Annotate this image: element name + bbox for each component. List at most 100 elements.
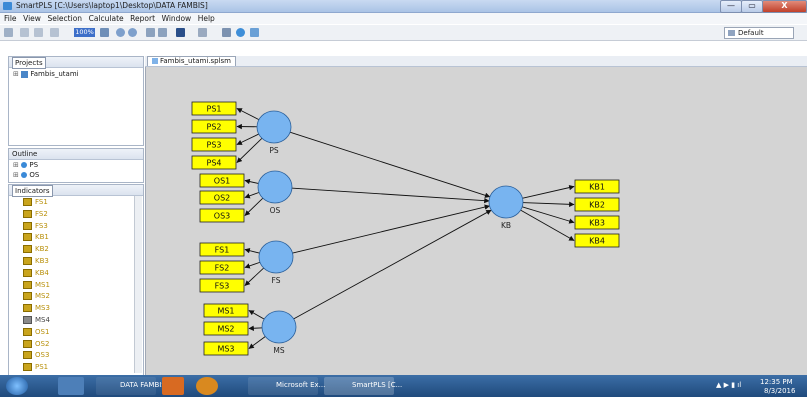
loading-arrow [244,267,265,286]
close-button[interactable]: X [762,0,807,13]
clock-time: 12:35 PM [760,378,793,386]
select-icon[interactable] [222,28,231,37]
construct-node[interactable] [258,240,294,274]
redo-icon[interactable] [34,28,43,37]
save-icon[interactable] [4,28,13,37]
projects-tab[interactable]: Projects [12,57,46,69]
loading-arrow [244,248,261,254]
menu-file[interactable]: File [4,14,17,23]
construct-node[interactable] [488,185,524,219]
indicator-box-label: MS3 [217,345,234,354]
construct-icon [21,172,28,178]
zoom-dropdown-icon[interactable] [100,28,109,37]
outline-tab[interactable]: Outline [12,150,37,158]
menu-selection[interactable]: Selection [47,14,82,23]
tree-expand-icon[interactable]: ⊞ [13,171,19,179]
loading-arrow [244,178,260,185]
align-icon[interactable] [158,28,167,37]
tree-expand-icon[interactable]: ⊞ [13,161,19,169]
construct-node[interactable] [257,170,293,204]
title-bar: SmartPLS [C:\Users\laptop1\Desktop\DATA … [0,0,807,13]
indicators-tab[interactable]: Indicators [12,185,53,197]
copy-icon[interactable] [50,28,59,37]
construct-node[interactable] [256,110,292,144]
indicator-item[interactable]: KB3 [23,257,49,265]
construct-icon [21,162,28,168]
taskbar-item-excel-label: Microsoft Ex... [276,381,326,389]
indicator-item[interactable]: KB1 [23,233,49,242]
construct-tool-icon[interactable] [236,28,245,37]
indicator-item[interactable]: FS3 [23,221,48,230]
menu-calculate[interactable]: Calculate [89,14,124,23]
indicator-item[interactable]: MS2 [23,292,50,301]
project-name: Fambis_utami [30,70,79,78]
tree-expand-icon[interactable]: ⊞ [13,70,19,78]
menu-help[interactable]: Help [198,14,215,23]
model-file-icon [152,58,158,64]
indicator-box-label: OS1 [214,177,230,186]
indicator-item[interactable]: MS1 [23,280,50,289]
media-player-icon[interactable] [162,377,184,395]
indicator-item[interactable]: PS1 [23,363,48,372]
perspective-switcher[interactable]: Default [724,27,794,39]
bt-icon[interactable] [176,28,185,37]
indicator-item[interactable]: MS4 [23,316,50,324]
zoom-out-icon[interactable] [128,28,137,37]
menu-bar: File View Selection Calculate Report Win… [0,13,807,24]
construct-node[interactable] [261,310,297,344]
construct-label: KB [501,221,511,230]
editor-tab-label: Fambis_utami.splsm [160,57,231,65]
indicator-item[interactable]: OS1 [23,327,49,336]
indicator-box-label: PS2 [207,123,222,132]
indicator-item[interactable]: FS2 [23,209,48,218]
indicator-box-label: KB3 [589,219,605,228]
indicator-label: OS3 [35,351,50,360]
indicator-icon [23,327,32,336]
loading-arrow [521,206,575,224]
indicator-item[interactable]: KB2 [23,245,49,254]
grid-icon[interactable] [146,28,155,37]
indicator-icon [23,363,32,372]
menu-window[interactable]: Window [162,14,192,23]
loading-arrow [236,137,263,163]
menu-report[interactable]: Report [130,14,155,23]
indicator-item[interactable]: OS3 [23,351,50,360]
indicator-item[interactable]: MS3 [23,304,50,313]
editor-tab-model[interactable]: Fambis_utami.splsm [147,56,236,66]
project-icon [21,70,29,78]
minimize-button[interactable]: — [720,0,742,13]
layout-icon[interactable] [198,28,207,37]
connect-tool-icon[interactable] [250,28,259,37]
maximize-button[interactable]: ▭ [741,0,763,13]
indicator-label: FS1 [35,198,48,206]
indicators-panel: Indicators FS1 FS2 FS3 KB1 KB2 KB3 KB4 MS1 MS2 MS… [8,184,144,376]
loading-arrow [236,108,260,121]
path-arrow [292,209,492,320]
project-tree-item[interactable]: ⊞ Fambis_utami [13,70,79,78]
outline-item[interactable]: ⊞ PS [13,161,38,169]
indicator-box-label: FS3 [215,282,230,291]
zoom-level[interactable]: 100% [74,28,95,37]
indicator-label: MS3 [35,304,50,313]
start-button[interactable] [6,377,28,395]
indicator-label: MS4 [35,316,50,324]
indicator-label: FS3 [35,221,48,230]
taskbar-item-smartpls-label: SmartPLS [C... [352,381,403,389]
loading-arrow [244,197,264,216]
toolbar: 100% Default [0,25,807,41]
indicator-item[interactable]: KB4 [23,268,49,277]
indicator-list-scrollbar[interactable] [134,196,142,373]
undo-icon[interactable] [20,28,29,37]
system-tray-icons[interactable]: ▲ ▶ ▮ ıl [716,381,756,391]
ie-icon[interactable] [58,377,84,395]
indicator-item[interactable]: FS1 [23,198,48,206]
indicator-label: KB2 [35,245,49,254]
zoom-in-icon[interactable] [116,28,125,37]
outline-item[interactable]: ⊞ OS [13,171,39,179]
indicator-icon [23,268,32,277]
firefox-icon[interactable] [196,377,218,395]
indicator-box-label: OS3 [214,212,230,221]
menu-view[interactable]: View [23,14,41,23]
indicator-item[interactable]: OS2 [23,339,49,348]
indicator-box-label: FS1 [215,246,230,255]
